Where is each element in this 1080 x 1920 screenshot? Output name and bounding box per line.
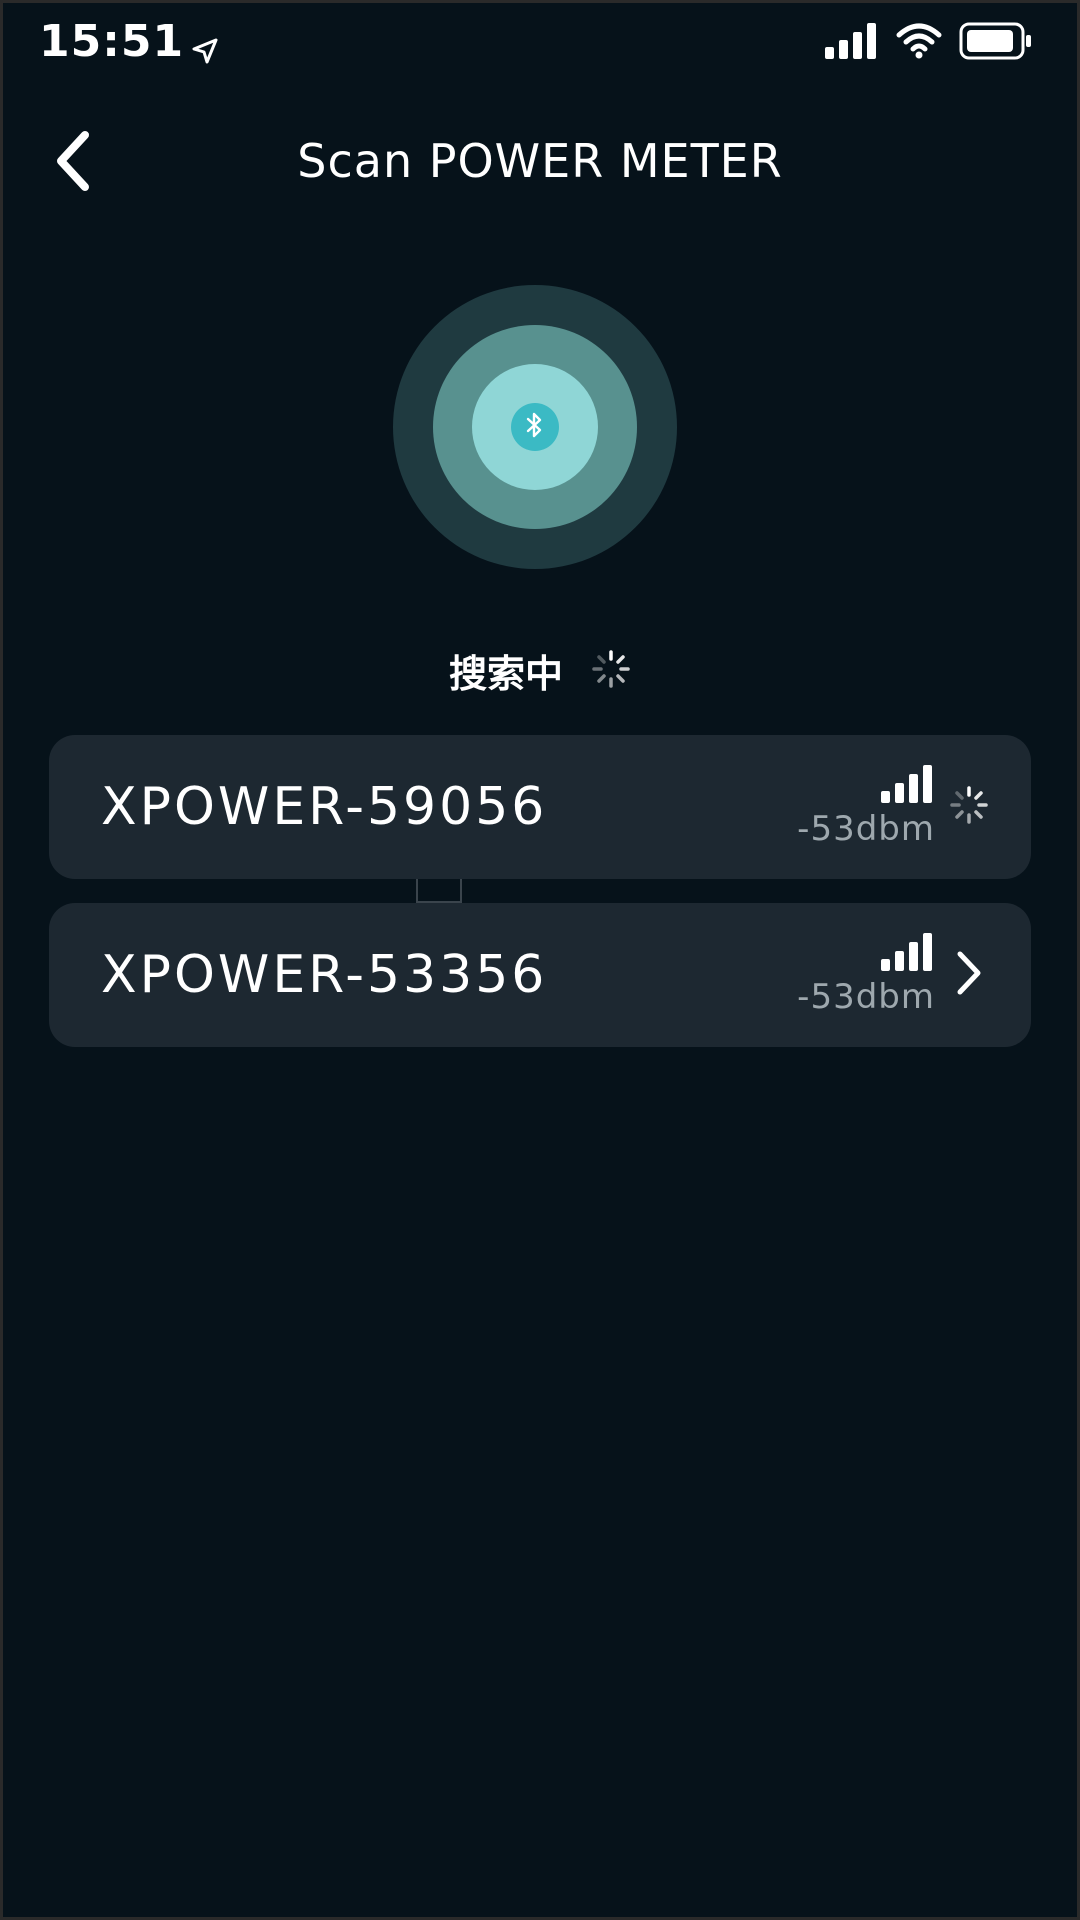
device-row[interactable]: XPOWER-53356 -53dbm [49,903,1031,1047]
loading-spinner-icon [591,649,631,693]
status-icons [825,19,1033,67]
searching-status: 搜索中 [3,643,1077,698]
location-arrow-icon [190,26,220,64]
device-signal: -53dbm [775,765,935,855]
device-rssi: -53dbm [797,977,935,1017]
connecting-spinner [947,785,991,829]
radar-core [511,403,559,451]
list-divider-tab [416,879,462,903]
device-name: XPOWER-59056 [101,777,548,837]
wifi-icon [895,23,943,63]
device-rssi: -53dbm [797,809,935,849]
device-row[interactable]: XPOWER-59056 -53dbm [49,735,1031,879]
device-name: XPOWER-53356 [101,945,548,1005]
chevron-right-icon [954,950,984,1000]
status-time: 15:51 [39,13,220,69]
bluetooth-icon [523,411,547,443]
status-time-text: 15:51 [39,15,185,67]
page-title: Scan POWER METER [297,134,783,188]
cellular-signal-icon [825,23,879,63]
battery-icon [959,22,1033,64]
scan-radar [393,285,677,569]
signal-bars-icon [881,933,935,975]
scan-screen: 15:51 Scan POWER METER 搜索中 XPOWER-59056 … [3,3,1077,1917]
searching-label: 搜索中 [448,652,563,696]
device-signal: -53dbm [775,933,935,1023]
device-open-button[interactable] [947,950,991,1000]
signal-bars-icon [881,765,935,807]
loading-spinner-icon [949,785,989,829]
